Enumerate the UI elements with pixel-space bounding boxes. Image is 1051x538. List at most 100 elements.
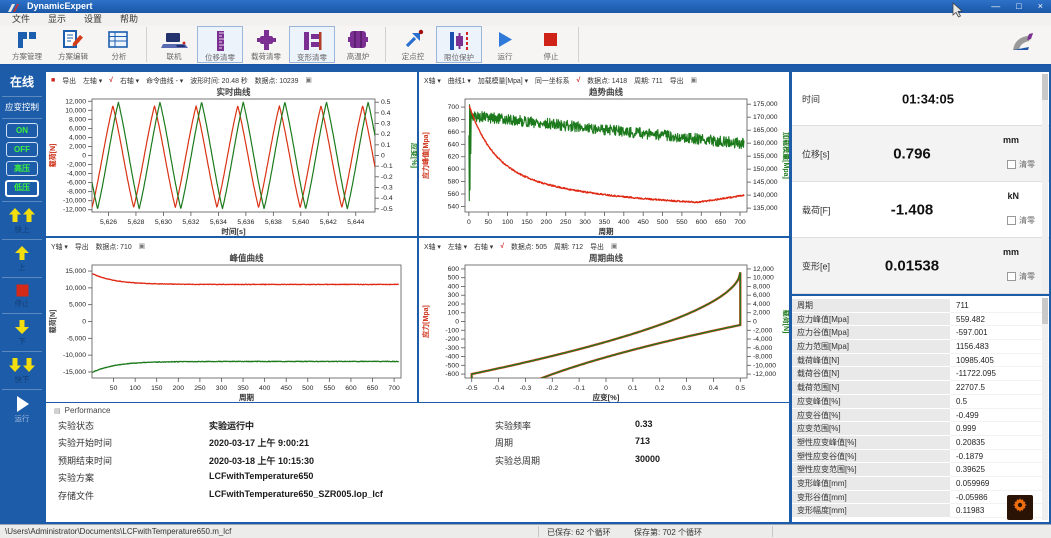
field-label: 实验总周期 (495, 456, 540, 466)
zero-checkbox[interactable]: 清零 (1007, 271, 1035, 282)
chart-header-item[interactable]: X轴 ▾ (424, 75, 441, 85)
chart-header-item[interactable]: 曲线1 ▾ (448, 75, 471, 85)
connect-button[interactable]: 联机 (151, 26, 197, 63)
chart-header-item[interactable]: Y轴 ▾ (51, 241, 68, 251)
chart-header-item[interactable]: 加载模量[Mpa] ▾ (478, 75, 528, 85)
menu-item-settings[interactable]: 设置 (75, 13, 111, 26)
export-snapshot-icon[interactable]: ▣ (305, 76, 312, 84)
menu-item-help[interactable]: 帮助 (111, 13, 147, 26)
jog-up-button[interactable]: 上 (0, 241, 44, 276)
furnace-button[interactable]: 高温炉 (335, 26, 381, 63)
svg-text:-0.1: -0.1 (573, 385, 585, 392)
chart-header-item[interactable]: 左轴 ▾ (448, 241, 467, 251)
checkbox-icon[interactable] (1007, 216, 1016, 225)
checkbox-icon[interactable] (1007, 160, 1016, 169)
jog-fast-up-button[interactable]: 快上 (0, 203, 44, 238)
performance-row-save-file: 存储文件LCFwithTemperature650_SZR005.lop_lcf (58, 489, 488, 502)
settings-gear-button[interactable] (1007, 495, 1033, 520)
chart-header-item[interactable]: 命令曲线 - ▾ (146, 75, 183, 85)
jog-down-button[interactable]: 下 (0, 315, 44, 350)
displacement-zero-button[interactable]: 位移清零 (197, 26, 243, 63)
result-value: 0.059969 (950, 477, 1049, 491)
vendor-logo (1007, 30, 1041, 61)
result-label: 载荷谷值[N] (792, 367, 950, 381)
chart-cycle-panel: X轴 ▾左轴 ▾右轴 ▾√数据点: 505周期: 712导出▣周期曲线60050… (419, 238, 789, 402)
scrollbar-thumb[interactable] (1042, 74, 1048, 100)
scrollbar-thumb[interactable] (1042, 298, 1048, 324)
sidebar-button-off[interactable]: OFF (6, 142, 38, 157)
peak-curve-header: Y轴 ▾ 导出数据点: 710 ▣ (46, 238, 417, 252)
svg-text:400: 400 (448, 283, 460, 290)
sidebar-button-high-pressure[interactable]: 高压 (6, 161, 38, 176)
table-row: 塑性应变范围[%]0.39625 (792, 463, 1049, 477)
chart-header-item[interactable]: 导出 (590, 241, 604, 251)
checkmark-icon[interactable]: √ (109, 77, 113, 84)
close-button[interactable]: × (1038, 0, 1043, 13)
divider (2, 277, 42, 278)
minimize-button[interactable]: — (991, 0, 1000, 13)
field-value: LCFwithTemperature650 (209, 471, 313, 481)
sidebar-button-on[interactable]: ON (6, 123, 38, 138)
maximize-button[interactable]: □ (1016, 0, 1021, 13)
result-value: 22707.5 (950, 381, 1049, 395)
chart-header-item[interactable]: X轴 ▾ (424, 241, 441, 251)
checkmark-icon[interactable]: √ (577, 77, 581, 84)
svg-text:400: 400 (618, 219, 630, 226)
divider (2, 201, 42, 202)
jog-stop-button[interactable]: 停止 (0, 279, 44, 312)
result-label: 应变峰值[%] (792, 395, 950, 409)
zero-checkbox[interactable]: 清零 (1007, 215, 1035, 226)
jog-run-button[interactable]: 运行 (0, 391, 44, 427)
zero-checkbox[interactable]: 清零 (1007, 159, 1035, 170)
export-snapshot-icon[interactable]: ▣ (691, 76, 698, 84)
svg-text:640: 640 (448, 141, 460, 148)
chart-header-item[interactable]: 导出 (75, 241, 89, 251)
svg-text:-6,000: -6,000 (67, 180, 86, 187)
jog-fast-down-button[interactable]: 快下 (0, 353, 44, 388)
scheme-manage-button[interactable]: 方案管理 (4, 26, 50, 63)
svg-text:700: 700 (388, 385, 400, 392)
performance-header: ▤Performance (46, 403, 789, 415)
toolbar: 方案管理方案编辑分析联机 位移清零载荷清零变形清零高温炉定点控限位保护运行停止 (0, 26, 1051, 66)
result-label: 变形幅度[mm] (792, 504, 950, 518)
result-value: -0.05986 (950, 491, 1049, 505)
limit-protect-button[interactable]: 限位保护 (436, 26, 482, 63)
svg-text:5,626: 5,626 (100, 219, 117, 226)
export-snapshot-icon[interactable]: ▣ (139, 242, 146, 250)
deform-zero-button[interactable]: 变形清零 (289, 26, 335, 63)
stop-button[interactable]: 停止 (528, 26, 574, 63)
chart-header-item[interactable]: 导出 (670, 75, 684, 85)
divider (2, 239, 42, 240)
chart-header-item[interactable]: 右轴 ▾ (474, 241, 493, 251)
left-axis-label: 载荷[N] (48, 310, 57, 334)
sidebar-button-low-pressure[interactable]: 低压 (5, 180, 39, 197)
menu-item-view[interactable]: 显示 (39, 13, 75, 26)
svg-text:-0.5: -0.5 (466, 385, 478, 392)
checkmark-icon[interactable]: √ (500, 243, 504, 250)
point-control-button[interactable]: 定点控 (390, 26, 436, 63)
scheme-edit-icon (60, 27, 86, 52)
toolbar-label: 联机 (167, 52, 182, 61)
toolbar-separator (146, 27, 147, 62)
chart-header-item[interactable]: 导出 (62, 75, 76, 85)
chart-header-item: 数据点: 710 (96, 241, 132, 251)
chart-header-item[interactable]: 右轴 ▾ (120, 75, 139, 85)
svg-text:10,000: 10,000 (65, 285, 86, 292)
toolbar-label: 变形清零 (297, 53, 327, 62)
run-button[interactable]: 运行 (482, 26, 528, 63)
field-value: LCFwithTemperature650_SZR005.lop_lcf (209, 489, 383, 499)
load-zero-button[interactable]: 载荷清零 (243, 26, 289, 63)
chart-header-item[interactable]: 左轴 ▾ (83, 75, 102, 85)
export-snapshot-icon[interactable]: ▣ (611, 242, 618, 250)
menu-item-file[interactable]: 文件 (3, 13, 39, 26)
chart-header-item[interactable]: 同一坐标系 (535, 75, 569, 85)
checkbox-icon[interactable] (1007, 272, 1016, 281)
result-value: 1156.483 (950, 340, 1049, 354)
scrollbar[interactable] (1042, 298, 1048, 520)
status-file-path: \Users\Administrator\Documents\LCFwithTe… (5, 527, 231, 536)
svg-text:-10,000: -10,000 (63, 352, 86, 359)
scrollbar[interactable] (1042, 74, 1048, 292)
analyze-button[interactable]: 分析 (96, 26, 142, 63)
svg-text:-4,000: -4,000 (67, 171, 86, 178)
scheme-edit-button[interactable]: 方案编辑 (50, 26, 96, 63)
